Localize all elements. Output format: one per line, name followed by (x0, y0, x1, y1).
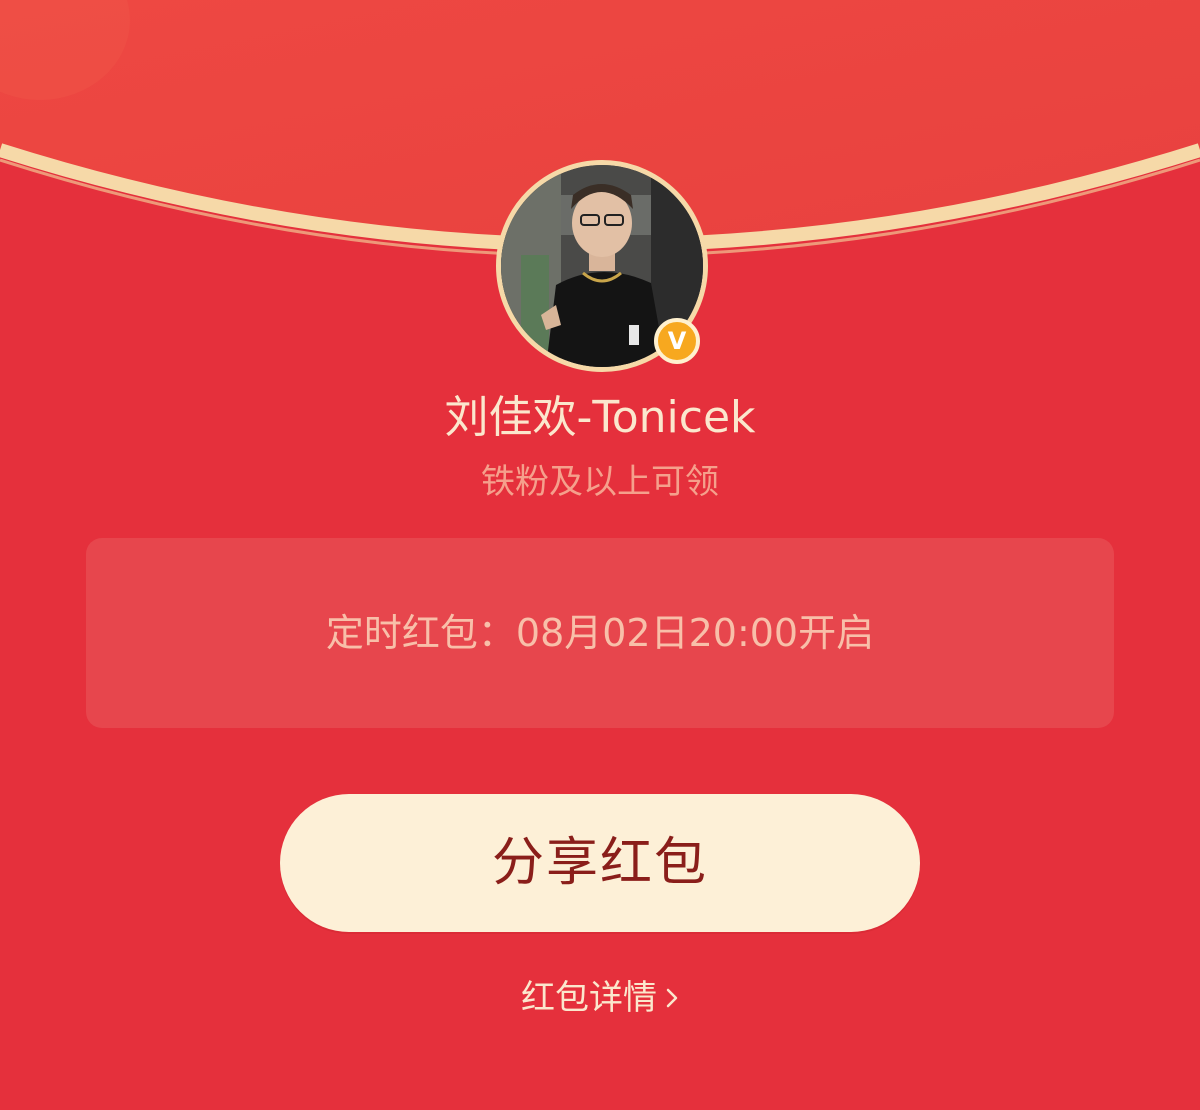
red-envelope: V 刘佳欢-Tonicek 铁粉及以上可领 定时红包：08月02日20:00开启… (0, 0, 1200, 1110)
verified-v-icon: V (654, 318, 700, 364)
scheduled-notice-text: 定时红包：08月02日20:00开启 (325, 611, 875, 655)
share-envelope-button[interactable]: 分享红包 (280, 794, 920, 932)
claim-requirement: 铁粉及以上可领 (481, 462, 719, 502)
share-button-label: 分享红包 (491, 833, 708, 893)
scheduled-notice-box: 定时红包：08月02日20:00开启 (86, 538, 1114, 728)
chevron-right-icon (665, 986, 679, 1010)
sender-name: 刘佳欢-Tonicek (444, 392, 756, 443)
envelope-details-link[interactable]: 红包详情 (0, 972, 1200, 1024)
details-link-label: 红包详情 (521, 978, 657, 1018)
